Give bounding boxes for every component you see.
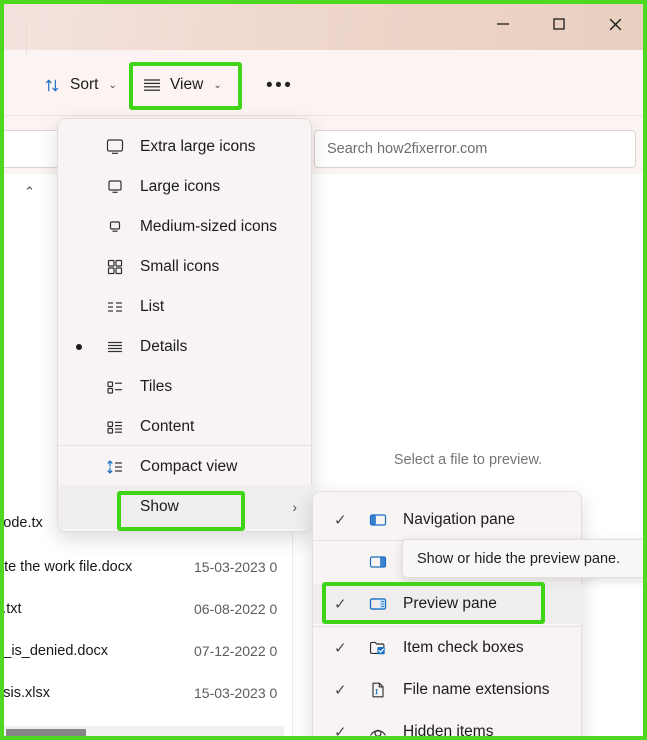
check-icon: ✓ bbox=[334, 640, 347, 657]
navigation-pane-icon bbox=[367, 509, 389, 531]
search-input[interactable]: Search how2fixerror.com bbox=[314, 130, 636, 168]
menu-item-list[interactable]: List bbox=[58, 287, 313, 327]
explorer-window: Sort ⌄ View ⌄ ••• w2fixer Search ho bbox=[4, 4, 643, 736]
view-menu: Extra large icons Large icons Medium-siz… bbox=[57, 118, 313, 532]
details-pane-icon bbox=[367, 551, 389, 573]
tooltip: Show or hide the preview pane. bbox=[402, 539, 643, 578]
scrollbar-thumb[interactable] bbox=[6, 729, 86, 736]
highlight-box-preview-pane bbox=[322, 582, 545, 624]
file-name: ysis.xlsx bbox=[4, 685, 50, 701]
menu-item-details[interactable]: Details bbox=[58, 327, 313, 367]
table-row[interactable]: y.txt 06-08-2022 0 bbox=[4, 598, 292, 620]
compact-view-icon bbox=[104, 456, 126, 478]
check-icon: ✓ bbox=[334, 682, 347, 699]
selected-bullet-icon bbox=[76, 344, 82, 350]
menu-item-label: Content bbox=[140, 418, 195, 435]
menu-divider bbox=[58, 445, 313, 446]
monitor-xl-icon bbox=[104, 136, 126, 158]
minimize-button[interactable] bbox=[475, 4, 531, 44]
highlight-box-show bbox=[117, 491, 245, 531]
ellipsis-icon: ••• bbox=[266, 74, 294, 96]
menu-item-medium-sized-icons[interactable]: Medium-sized icons bbox=[58, 207, 313, 247]
file-name: y.txt bbox=[4, 601, 22, 617]
menu-item-label: Small icons bbox=[140, 258, 220, 275]
horizontal-scrollbar[interactable] bbox=[4, 726, 284, 736]
tooltip-text: Show or hide the preview pane. bbox=[417, 550, 621, 567]
sort-button[interactable]: Sort ⌄ bbox=[34, 66, 127, 104]
file-name: code.tx bbox=[4, 515, 43, 531]
close-icon bbox=[609, 18, 621, 30]
chevron-right-icon: › bbox=[292, 499, 297, 515]
tiles-icon bbox=[104, 376, 126, 398]
table-row[interactable]: ate the work file.docx 15-03-2023 0 bbox=[4, 556, 292, 578]
maximize-button[interactable] bbox=[531, 4, 587, 44]
file-name-extensions-icon bbox=[367, 679, 389, 701]
highlight-box-view bbox=[129, 62, 242, 110]
menu-item-label: Large icons bbox=[140, 178, 221, 195]
hidden-items-icon bbox=[367, 721, 389, 736]
submenu-item-label: Navigation pane bbox=[403, 511, 516, 528]
table-row[interactable]: s_is_denied.docx 07-12-2022 0 bbox=[4, 640, 292, 662]
check-icon: ✓ bbox=[334, 512, 347, 529]
menu-item-label: List bbox=[140, 298, 165, 315]
check-icon: ✓ bbox=[334, 724, 347, 736]
minimize-icon bbox=[497, 23, 509, 25]
more-options-button[interactable]: ••• bbox=[256, 66, 303, 104]
menu-item-content[interactable]: Content bbox=[58, 407, 313, 447]
menu-item-tiles[interactable]: Tiles bbox=[58, 367, 313, 407]
toolbar-divider bbox=[26, 19, 27, 55]
address-bar[interactable]: w2fixer bbox=[4, 130, 64, 168]
menu-item-label: Tiles bbox=[140, 378, 173, 395]
menu-item-small-icons[interactable]: Small icons bbox=[58, 247, 313, 287]
details-icon bbox=[104, 336, 126, 358]
item-check-boxes-icon bbox=[367, 637, 389, 659]
file-date: 06-08-2022 0 bbox=[194, 601, 278, 617]
file-date: 15-03-2023 0 bbox=[194, 685, 278, 701]
menu-item-extra-large-icons[interactable]: Extra large icons bbox=[58, 127, 313, 167]
file-date: 07-12-2022 0 bbox=[194, 643, 278, 659]
table-row[interactable]: ysis.xlsx 15-03-2023 0 bbox=[4, 682, 292, 704]
submenu-item-label: File name extensions bbox=[403, 681, 550, 698]
menu-item-label: Details bbox=[140, 338, 188, 355]
file-name: ate the work file.docx bbox=[4, 559, 133, 575]
chevron-down-icon: ⌄ bbox=[108, 79, 117, 91]
submenu-item-item-check-boxes[interactable]: ✓ Item check boxes bbox=[313, 628, 583, 668]
preview-empty-message: Select a file to preview. bbox=[393, 452, 543, 468]
submenu-item-file-name-extensions[interactable]: ✓ File name extensions bbox=[313, 670, 583, 710]
close-button[interactable] bbox=[587, 4, 643, 44]
sort-icon bbox=[45, 79, 59, 91]
monitor-large-icon bbox=[104, 176, 126, 198]
title-bar bbox=[4, 4, 643, 50]
list-icon bbox=[104, 296, 126, 318]
menu-item-large-icons[interactable]: Large icons bbox=[58, 167, 313, 207]
content-icon bbox=[104, 416, 126, 438]
file-name: s_is_denied.docx bbox=[4, 643, 109, 659]
submenu-divider bbox=[313, 626, 583, 627]
menu-item-label: Medium-sized icons bbox=[140, 218, 277, 235]
submenu-item-hidden-items[interactable]: ✓ Hidden items bbox=[313, 712, 583, 736]
grid-small-icon bbox=[104, 256, 126, 278]
monitor-medium-icon bbox=[104, 216, 126, 238]
submenu-item-navigation-pane[interactable]: ✓ Navigation pane bbox=[313, 500, 583, 540]
window-controls bbox=[475, 4, 643, 50]
menu-item-compact-view[interactable]: Compact view bbox=[58, 447, 313, 487]
screenshot-frame: Sort ⌄ View ⌄ ••• w2fixer Search ho bbox=[0, 0, 647, 740]
search-placeholder: Search how2fixerror.com bbox=[327, 141, 488, 157]
maximize-icon bbox=[553, 18, 565, 30]
menu-item-label: Compact view bbox=[140, 458, 238, 475]
menu-item-label: Extra large icons bbox=[140, 138, 256, 155]
submenu-item-label: Item check boxes bbox=[403, 639, 524, 656]
file-date: 15-03-2023 0 bbox=[194, 559, 278, 575]
sort-button-label: Sort bbox=[70, 76, 99, 94]
submenu-item-label: Hidden items bbox=[403, 723, 494, 736]
